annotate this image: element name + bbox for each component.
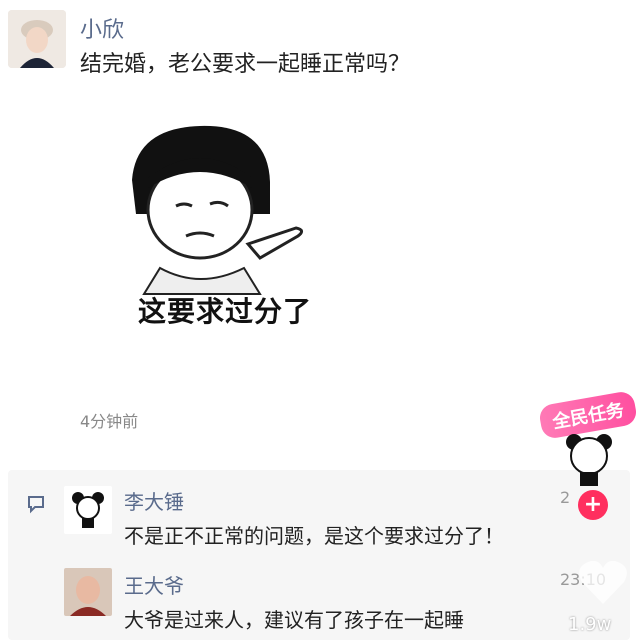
author-avatar[interactable] — [8, 10, 66, 68]
post-time: 4分钟前 — [80, 412, 139, 431]
comment-avatar[interactable] — [64, 568, 112, 616]
comment-icon[interactable] — [26, 494, 46, 514]
post-text: 结完婚，老公要求一起睡正常吗？ — [80, 52, 411, 77]
add-button[interactable]: + — [578, 490, 608, 520]
meme-caption: 这要求过分了 — [137, 295, 312, 328]
comment-avatar[interactable] — [64, 486, 112, 534]
comment-author[interactable]: 李大锤 — [124, 486, 184, 515]
heart-icon[interactable] — [576, 558, 630, 608]
comment-text: 不是正不正常的问题，是这个要求过分了！ — [124, 524, 504, 548]
comment-text: 大爷是过来人，建议有了孩子在一起睡 — [124, 608, 464, 632]
author-name[interactable]: 小欣 — [80, 12, 124, 44]
comment-section: 李大锤 不是正不正常的问题，是这个要求过分了！ 2 王大爷 大爷是过来人，建议有… — [8, 470, 630, 640]
task-badge[interactable]: 全民任务 + — [537, 389, 638, 524]
like-count: 1.9w — [568, 614, 612, 635]
panda-icon — [566, 434, 612, 486]
comment-author[interactable]: 王大爷 — [124, 570, 184, 599]
